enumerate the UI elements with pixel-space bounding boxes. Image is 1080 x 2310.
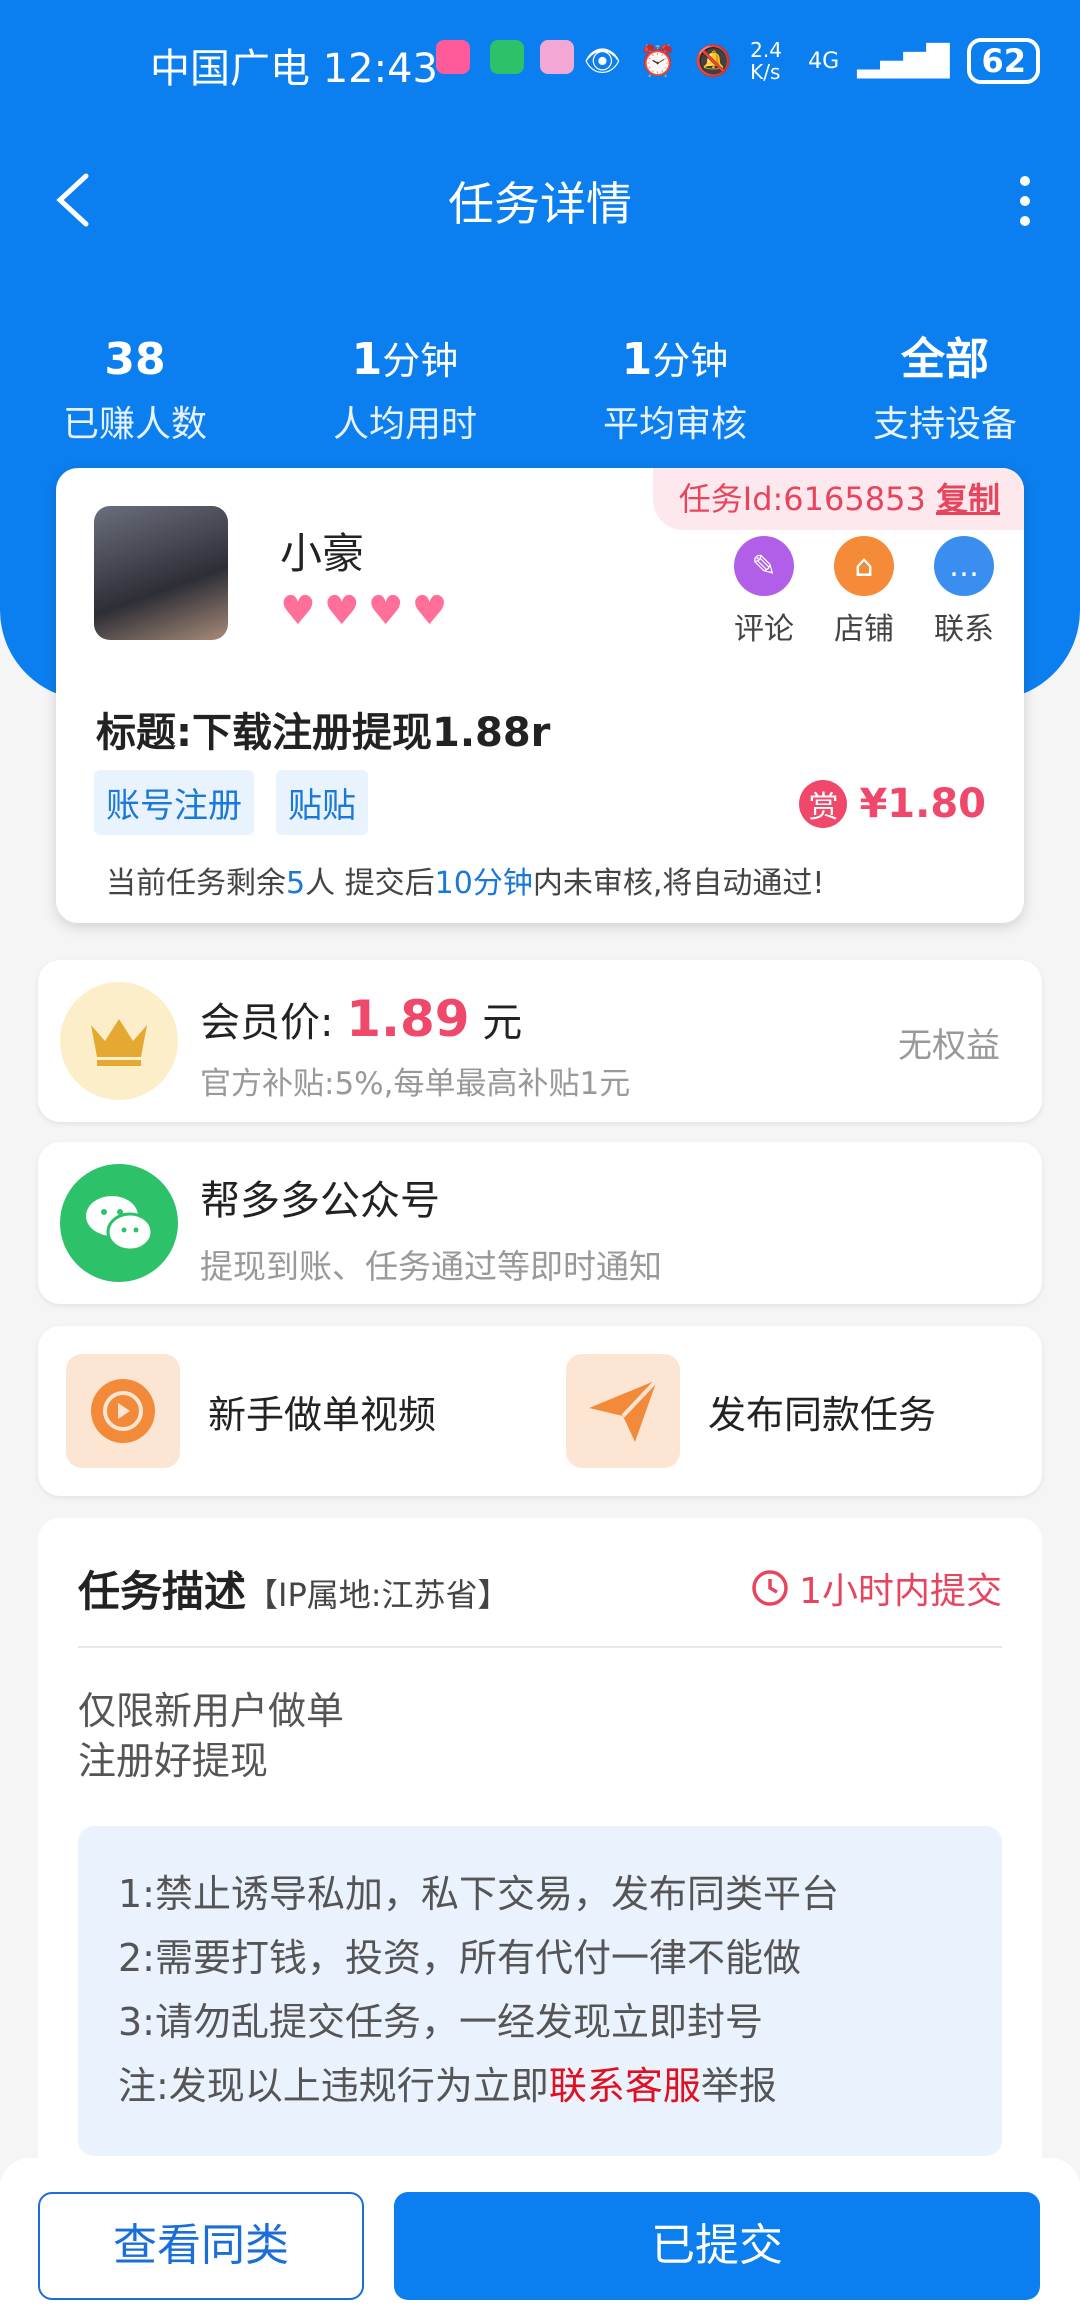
eye-icon: 👁 [583,43,622,79]
submitted-button[interactable]: 已提交 [394,2192,1040,2300]
wechat-icon [60,1164,178,1282]
reward-icon: 赏 [799,780,848,828]
status-carrier-time: 中国广电 12:43 [150,46,438,92]
vip-status: 无权益 [898,1026,1000,1066]
rules-box: 1:禁止诱导私加，私下交易，发布同类平台 2:需要打钱，投资，所有代付一律不能做… [78,1826,1002,2156]
contact-button[interactable]: … 联系 [930,536,998,648]
view-similar-button[interactable]: 查看同类 [38,2192,364,2300]
vip-price: 1.89 [346,990,470,1048]
time-limit: 1小时内提交 [751,1562,1002,1614]
shop-button[interactable]: ⌂ 店铺 [830,536,898,648]
wechat-notification-icon [490,40,524,74]
crown-icon [60,982,178,1100]
heart-icon: ♥ [323,588,360,634]
chat-icon: … [934,536,994,596]
stat-earned: 38 已赚人数 [62,334,207,445]
reward-price: ¥1.80 [859,781,986,827]
app-notification-icon [436,40,470,74]
send-icon [566,1354,680,1468]
stat-review-time: 1分钟 平均审核 [602,334,747,445]
publish-task-link[interactable]: 发布同款任务 [566,1354,936,1468]
play-icon [66,1354,180,1468]
battery-level: 62 [967,38,1040,84]
tutorial-video-link[interactable]: 新手做单视频 [66,1354,436,1468]
contact-service-link[interactable]: 联系客服 [549,2064,701,2108]
vip-price-card[interactable]: 会员价: 1.89 元 官方补贴:5%,每单最高补贴1元 无权益 [38,960,1042,1122]
task-tip: 当前任务剩余5人 提交后10分钟内未审核,将自动通过! [106,866,825,901]
alarm-icon: ⏰ [639,43,677,79]
action-buttons: ✎ 评论 ⌂ 店铺 … 联系 [730,536,998,648]
network-type: 4G [808,48,840,74]
copy-button[interactable]: 复制 [936,480,1000,518]
description-text: 仅限新用户做单 注册好提现 [78,1689,345,1783]
bottom-bar: 查看同类 已提交 [0,2158,1080,2310]
network-speed: 2.4 K/s [750,38,782,84]
vip-subsidy: 官方补贴:5%,每单最高补贴1元 [200,1066,631,1102]
signal-icon: ▂▄▆█ [857,43,950,79]
task-card: 任务Id:6165853 复制 小豪 ♥ ♥ ♥ ♥ ✎ 评论 ⌂ 店铺 … 联系 标… [56,468,1024,923]
description-heading: 任务描述【IP属地:江苏省】 [78,1567,510,1616]
wechat-sub: 提现到账、任务通过等即时通知 [200,1247,662,1286]
page-title: 任务详情 [448,177,632,231]
status-bar: 中国广电 12:43 👁 ⏰ 🔕 2.4 K/s 4G ▂▄▆█ 62 [0,28,1080,100]
task-title: 标题:下载注册提现1.88r [96,710,551,756]
wechat-title: 帮多多公众号 [200,1178,440,1224]
wechat-account-card[interactable]: 帮多多公众号 提现到账、任务通过等即时通知 [38,1142,1042,1304]
heart-icon: ♥ [411,588,448,634]
username: 小豪 [280,529,365,578]
stat-devices: 全部 支持设备 [872,334,1017,445]
more-icon[interactable] [1010,175,1040,227]
comment-button[interactable]: ✎ 评论 [730,536,798,648]
task-description: 任务描述【IP属地:江苏省】 1小时内提交 仅限新用户做单 注册好提现 1:禁止… [38,1518,1042,2258]
avatar[interactable] [94,506,228,640]
divider [78,1646,1002,1648]
status-right: 👁 ⏰ 🔕 2.4 K/s 4G ▂▄▆█ 62 [583,38,1040,84]
heart-icon: ♥ [280,588,316,634]
rating-hearts: ♥ ♥ ♥ ♥ [280,588,447,634]
task-tags: 账号注册 贴贴 [94,770,368,835]
mute-icon: 🔕 [694,43,733,79]
reward: 赏 ¥1.80 [799,780,986,828]
stat-avg-time: 1分钟 人均用时 [332,334,477,445]
task-stats: 38 已赚人数 1分钟 人均用时 1分钟 平均审核 全部 支持设备 [0,330,1080,447]
tag-paste: 贴贴 [276,770,368,835]
shop-icon: ⌂ [834,536,894,596]
task-id: 任务Id:6165853 复制 [652,468,1024,530]
app-notification-icon-2 [540,40,574,74]
comment-icon: ✎ [734,536,794,596]
clock-icon [752,1570,788,1606]
tag-register: 账号注册 [94,770,254,835]
heart-icon: ♥ [367,588,404,634]
quick-links: 新手做单视频 发布同款任务 [38,1326,1042,1496]
